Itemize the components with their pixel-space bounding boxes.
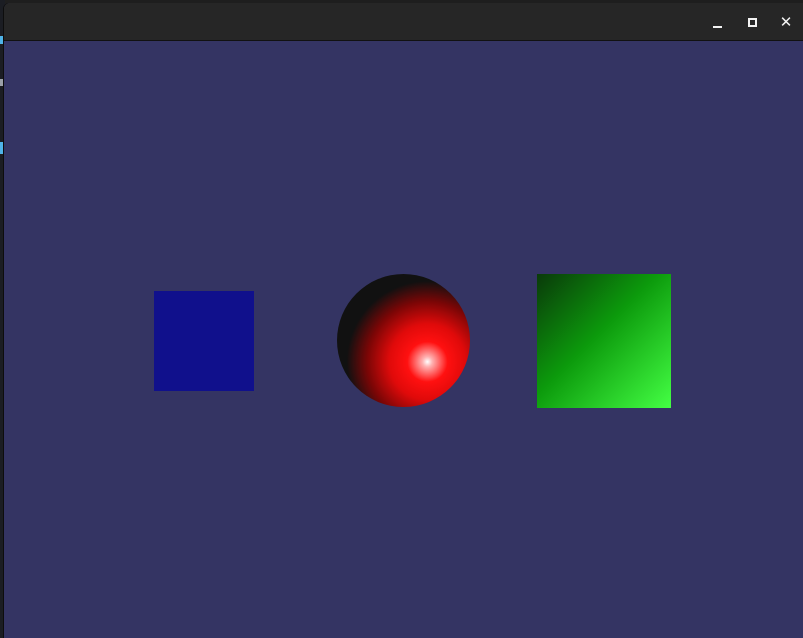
close-icon: ✕ — [779, 13, 793, 31]
green-square — [537, 274, 671, 408]
render-viewport[interactable] — [4, 41, 803, 638]
minimize-icon — [713, 26, 722, 28]
blue-square — [154, 291, 254, 391]
maximize-button[interactable] — [741, 11, 763, 33]
app-window: ✕ — [4, 3, 803, 638]
minimize-button[interactable] — [707, 11, 729, 33]
close-button[interactable]: ✕ — [775, 11, 797, 33]
red-sphere — [337, 274, 470, 407]
title-bar[interactable]: ✕ — [4, 3, 803, 41]
maximize-icon — [748, 18, 757, 27]
